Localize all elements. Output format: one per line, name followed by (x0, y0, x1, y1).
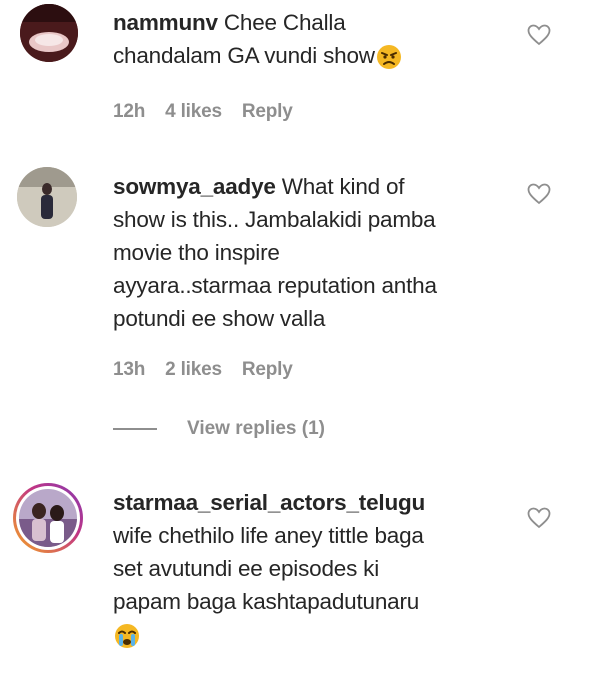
comment-likes[interactable]: 4 likes (165, 101, 222, 122)
divider (113, 428, 157, 430)
heart-icon[interactable] (527, 507, 551, 529)
reply-button[interactable]: Reply (242, 359, 293, 380)
view-replies-button[interactable]: View replies (1) (113, 418, 325, 440)
comment-meta: 12h 4 likes Reply (113, 101, 313, 123)
avatar-image (19, 489, 77, 547)
avatar-image (17, 167, 77, 227)
heart-icon[interactable] (527, 24, 551, 46)
comment-username[interactable]: sowmya_aadye (113, 174, 276, 199)
comment-username[interactable]: starmaa_serial_actors_telugu (113, 490, 425, 515)
comment-body-line: potundi ee show valla (113, 306, 326, 331)
avatar[interactable] (20, 4, 78, 62)
comment-time: 12h (113, 101, 146, 122)
comment-body-line: movie tho inspire (113, 240, 280, 265)
view-replies-label: View replies (1) (187, 418, 325, 439)
comment-body-line: show is this.. Jambalakidi pamba (113, 207, 436, 232)
comment-username[interactable]: nammunv (113, 10, 218, 35)
comment-body-line: chandalam GA vundi show (113, 43, 375, 68)
comment-likes[interactable]: 2 likes (165, 359, 222, 380)
comment-time: 13h (113, 359, 146, 380)
comment-text: nammunv Chee Challa chandalam GA vundi sh… (113, 6, 513, 72)
angry-face-icon (376, 45, 401, 70)
comment-body-line: wife chethilo life aney tittle baga (113, 523, 424, 548)
heart-icon[interactable] (527, 183, 551, 205)
comment-text: starmaa_serial_actors_telugu wife chethi… (113, 486, 533, 651)
avatar[interactable] (17, 167, 77, 227)
comment-body-line: Chee Challa (223, 10, 346, 35)
crying-face-icon (115, 624, 139, 649)
story-avatar[interactable] (13, 483, 83, 553)
reply-button[interactable]: Reply (242, 101, 293, 122)
comment-meta: 13h 2 likes Reply (113, 359, 313, 381)
avatar-image (20, 4, 78, 62)
comment-body-line: set avutundi ee episodes ki (113, 556, 380, 581)
comment-body-line: What kind of (281, 174, 405, 199)
comment-body-line: papam baga kashtapadutunaru (113, 589, 420, 614)
comment-body-line: ayyara..starmaa reputation antha (113, 273, 437, 298)
comment-text: sowmya_aadye What kind of show is this.. … (113, 170, 533, 335)
